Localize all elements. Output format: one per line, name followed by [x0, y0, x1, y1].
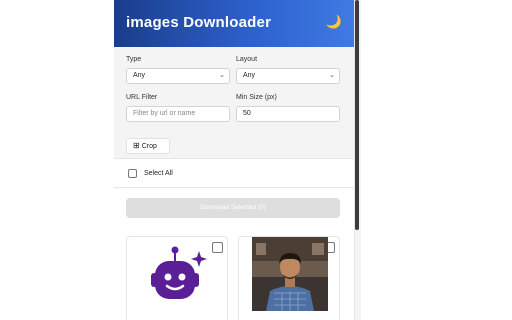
divider — [114, 158, 354, 159]
divider — [114, 187, 354, 188]
chevron-down-icon: ⌄ — [329, 72, 335, 79]
min-size-label: Min Size (px) — [236, 94, 277, 101]
crop-icon: ⊞ — [133, 141, 140, 150]
image-card[interactable] — [126, 236, 228, 320]
type-select-value: Any — [133, 72, 146, 79]
crop-button[interactable]: ⊞ Crop — [126, 138, 170, 154]
app-title: images Downloader — [126, 14, 272, 31]
min-size-value: 50 — [243, 110, 251, 117]
crop-button-label: Crop — [141, 143, 157, 150]
chevron-down-icon: ⌄ — [219, 72, 225, 79]
type-select[interactable]: Any ⌄ — [126, 68, 230, 84]
extension-panel: images Downloader 🌙 Type Any ⌄ Layout An… — [114, 0, 354, 320]
url-filter-label: URL Filter — [126, 94, 158, 101]
person-photo-image — [252, 237, 328, 311]
header: images Downloader 🌙 — [114, 0, 354, 47]
scrollbar-thumb[interactable] — [355, 0, 359, 230]
min-size-input[interactable]: 50 — [236, 106, 340, 122]
moon-icon[interactable]: 🌙 — [326, 14, 342, 30]
layout-select[interactable]: Any ⌄ — [236, 68, 340, 84]
url-filter-input[interactable]: Filter by url or name — [126, 106, 230, 122]
url-filter-placeholder: Filter by url or name — [133, 110, 196, 117]
filter-form: Type Any ⌄ Layout Any ⌄ URL Filter Filte… — [114, 47, 354, 158]
robot-logo-image — [151, 246, 207, 299]
type-label: Type — [126, 56, 142, 63]
layout-select-value: Any — [243, 72, 256, 79]
download-selected-button[interactable]: Download Selected (0) — [126, 198, 340, 218]
select-all-checkbox[interactable] — [128, 169, 137, 178]
select-all-label: Select All — [144, 170, 173, 177]
image-card[interactable] — [238, 236, 340, 320]
layout-label: Layout — [236, 56, 258, 63]
